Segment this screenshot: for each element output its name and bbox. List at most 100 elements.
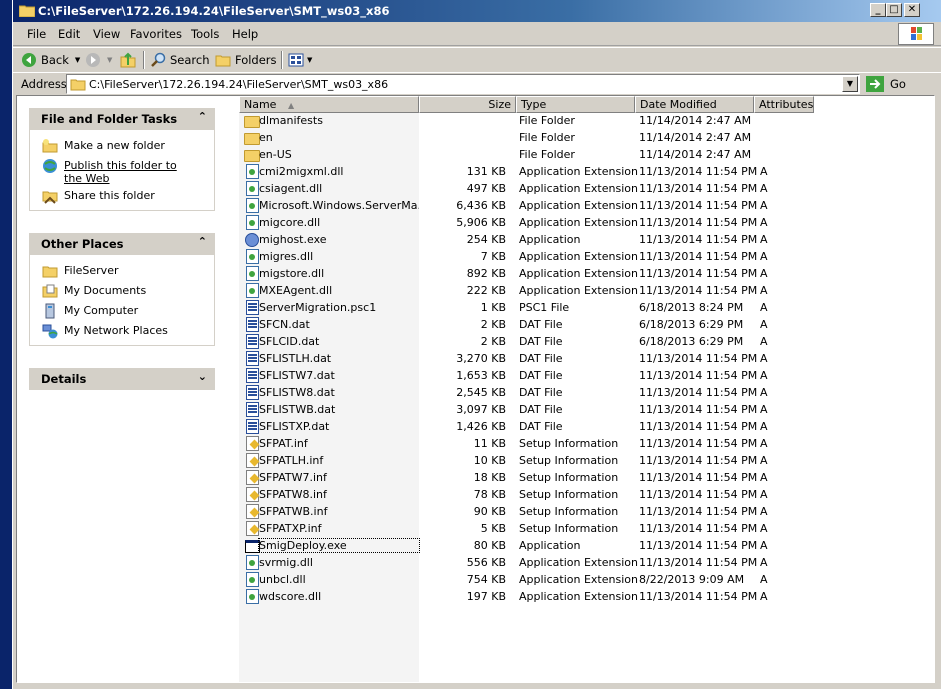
place-network[interactable]: My Network Places: [30, 321, 214, 341]
file-row[interactable]: SFLCID.dat 2 KB DAT File 6/18/2013 6:29 PM A: [239, 334, 932, 351]
new-folder-icon: [42, 139, 58, 153]
file-row[interactable]: SFLISTW7.dat 1,653 KB DAT File 11/13/2014 1…: [239, 368, 932, 385]
menu-view[interactable]: View: [93, 27, 120, 41]
folder-icon: [42, 266, 58, 278]
task-make-new-folder[interactable]: Make a new folder: [30, 136, 214, 156]
file-type: Application Extension: [519, 165, 638, 178]
file-row[interactable]: en File Folder 11/14/2014 2:47 AM: [239, 130, 932, 147]
views-dropdown-icon[interactable]: ▼: [307, 56, 312, 64]
file-type: Application Extension: [519, 182, 638, 195]
collapse-chevron-icon[interactable]: ⌃: [198, 110, 207, 123]
file-row[interactable]: cmi2migxml.dll 131 KB Application Extensio…: [239, 164, 932, 181]
maximize-button[interactable]: □: [886, 3, 902, 17]
views-button[interactable]: ▼: [288, 51, 312, 69]
menu-help[interactable]: Help: [232, 27, 258, 41]
file-row[interactable]: SFPATW8.inf 78 KB Setup Information 11/13/2…: [239, 487, 932, 504]
column-header-type[interactable]: Type: [516, 96, 635, 113]
file-size: 131 KB: [466, 165, 506, 178]
forward-dropdown-icon[interactable]: ▼: [107, 56, 112, 64]
file-attributes: A: [760, 318, 768, 331]
file-name: MXEAgent.dll: [259, 284, 333, 297]
minimize-button[interactable]: _: [870, 3, 886, 17]
file-date: 11/14/2014 2:47 AM: [639, 114, 752, 127]
menu-favorites[interactable]: Favorites: [130, 27, 182, 41]
file-row[interactable]: unbcl.dll 754 KB Application Extension 8/22…: [239, 572, 932, 589]
task-share-folder[interactable]: Share this folder: [30, 186, 214, 206]
file-row[interactable]: wdscore.dll 197 KB Application Extension 11…: [239, 589, 932, 606]
inf-file-icon: [244, 504, 260, 520]
task-publish-web[interactable]: Publish this folder to the Web: [30, 156, 214, 186]
file-row[interactable]: SFCN.dat 2 KB DAT File 6/18/2013 6:29 PM A: [239, 317, 932, 334]
file-attributes: A: [760, 505, 768, 518]
forward-button[interactable]: ▼: [85, 51, 112, 69]
file-row[interactable]: migstore.dll 892 KB Application Extension 1…: [239, 266, 932, 283]
go-button[interactable]: Go: [866, 75, 906, 93]
file-row[interactable]: SFLISTW8.dat 2,545 KB DAT File 11/13/2014 1…: [239, 385, 932, 402]
menu-tools[interactable]: Tools: [191, 27, 219, 41]
back-button[interactable]: Back ▼: [21, 51, 80, 69]
column-header-attributes[interactable]: Attributes: [754, 96, 814, 113]
dat-file-icon: [244, 368, 260, 384]
search-button[interactable]: Search: [151, 51, 210, 69]
file-row[interactable]: SFLISTLH.dat 3,270 KB DAT File 11/13/2014 1…: [239, 351, 932, 368]
windows-logo-icon: [898, 23, 934, 45]
file-row[interactable]: migres.dll 7 KB Application Extension 11/13…: [239, 249, 932, 266]
file-row[interactable]: SFPAT.inf 11 KB Setup Information 11/13/201…: [239, 436, 932, 453]
file-row[interactable]: MXEAgent.dll 222 KB Application Extension 1…: [239, 283, 932, 300]
file-date: 11/13/2014 11:54 PM: [639, 437, 758, 450]
title-bar[interactable]: C:\FileServer\172.26.194.24\FileServer\S…: [13, 0, 941, 22]
collapse-chevron-icon[interactable]: ⌃: [198, 235, 207, 248]
file-row[interactable]: Microsoft.Windows.ServerMa... 6,436 KB App…: [239, 198, 932, 215]
file-row[interactable]: SmigDeploy.exe 80 KB Application 11/13/2014…: [239, 538, 932, 555]
address-input[interactable]: C:\FileServer\172.26.194.24\FileServer\S…: [66, 74, 860, 94]
file-row[interactable]: SFPATLH.inf 10 KB Setup Information 11/13/2…: [239, 453, 932, 470]
column-header-name[interactable]: Name ▲: [239, 96, 419, 113]
icon-glyph: [246, 164, 259, 179]
file-name: SFPAT.inf: [259, 437, 308, 450]
menu-file[interactable]: File: [27, 27, 46, 41]
icon-glyph: [246, 249, 259, 264]
expand-chevron-icon[interactable]: ⌄: [198, 370, 207, 383]
file-size: 1 KB: [480, 301, 506, 314]
file-row[interactable]: SFPATWB.inf 90 KB Setup Information 11/13/2…: [239, 504, 932, 521]
place-my-documents[interactable]: My Documents: [30, 281, 214, 301]
file-folder-tasks-header[interactable]: File and Folder Tasks ⌃: [29, 108, 215, 130]
folders-button[interactable]: Folders: [215, 51, 277, 69]
back-dropdown-icon[interactable]: ▼: [75, 56, 80, 64]
resize-grip[interactable]: [933, 683, 941, 689]
menu-edit[interactable]: Edit: [58, 27, 80, 41]
file-row[interactable]: svrmig.dll 556 KB Application Extension 11/…: [239, 555, 932, 572]
file-date: 11/13/2014 11:54 PM: [639, 539, 758, 552]
file-size: 254 KB: [466, 233, 506, 246]
file-row[interactable]: ServerMigration.psc1 1 KB PSC1 File 6/18/20…: [239, 300, 932, 317]
icon-glyph: [246, 504, 259, 519]
toolbar-separator: [143, 51, 145, 69]
up-folder-button[interactable]: [120, 51, 136, 69]
file-row[interactable]: SFPATXP.inf 5 KB Setup Information 11/13/20…: [239, 521, 932, 538]
file-row[interactable]: dlmanifests File Folder 11/14/2014 2:47 AM: [239, 113, 932, 130]
place-my-computer[interactable]: My Computer: [30, 301, 214, 321]
dat-file-icon: [244, 419, 260, 435]
file-attributes: A: [760, 335, 768, 348]
file-row[interactable]: SFLISTWB.dat 3,097 KB DAT File 11/13/2014 1…: [239, 402, 932, 419]
file-size: 10 KB: [473, 454, 506, 467]
file-row[interactable]: mighost.exe 254 KB Application 11/13/2014 1…: [239, 232, 932, 249]
place-fileserver[interactable]: FileServer: [30, 261, 214, 281]
file-attributes: A: [760, 352, 768, 365]
file-row[interactable]: SFPATW7.inf 18 KB Setup Information 11/13/2…: [239, 470, 932, 487]
search-icon: [151, 52, 166, 67]
other-places-list: FileServer My Documents My Computer My N…: [29, 255, 215, 346]
file-row[interactable]: migcore.dll 5,906 KB Application Extension…: [239, 215, 932, 232]
details-header[interactable]: Details ⌄: [29, 368, 215, 390]
file-row[interactable]: en-US File Folder 11/14/2014 2:47 AM: [239, 147, 932, 164]
column-header-date[interactable]: Date Modified: [635, 96, 754, 113]
column-header-size[interactable]: Size: [419, 96, 516, 113]
icon-glyph: [244, 133, 260, 145]
file-row[interactable]: SFLISTXP.dat 1,426 KB DAT File 11/13/2014 1…: [239, 419, 932, 436]
file-type: DAT File: [519, 352, 563, 365]
close-button[interactable]: ✕: [904, 3, 920, 17]
other-places-header[interactable]: Other Places ⌃: [29, 233, 215, 255]
file-date: 11/13/2014 11:54 PM: [639, 488, 758, 501]
file-row[interactable]: csiagent.dll 497 KB Application Extension 1…: [239, 181, 932, 198]
address-dropdown-icon[interactable]: ▼: [842, 76, 858, 92]
